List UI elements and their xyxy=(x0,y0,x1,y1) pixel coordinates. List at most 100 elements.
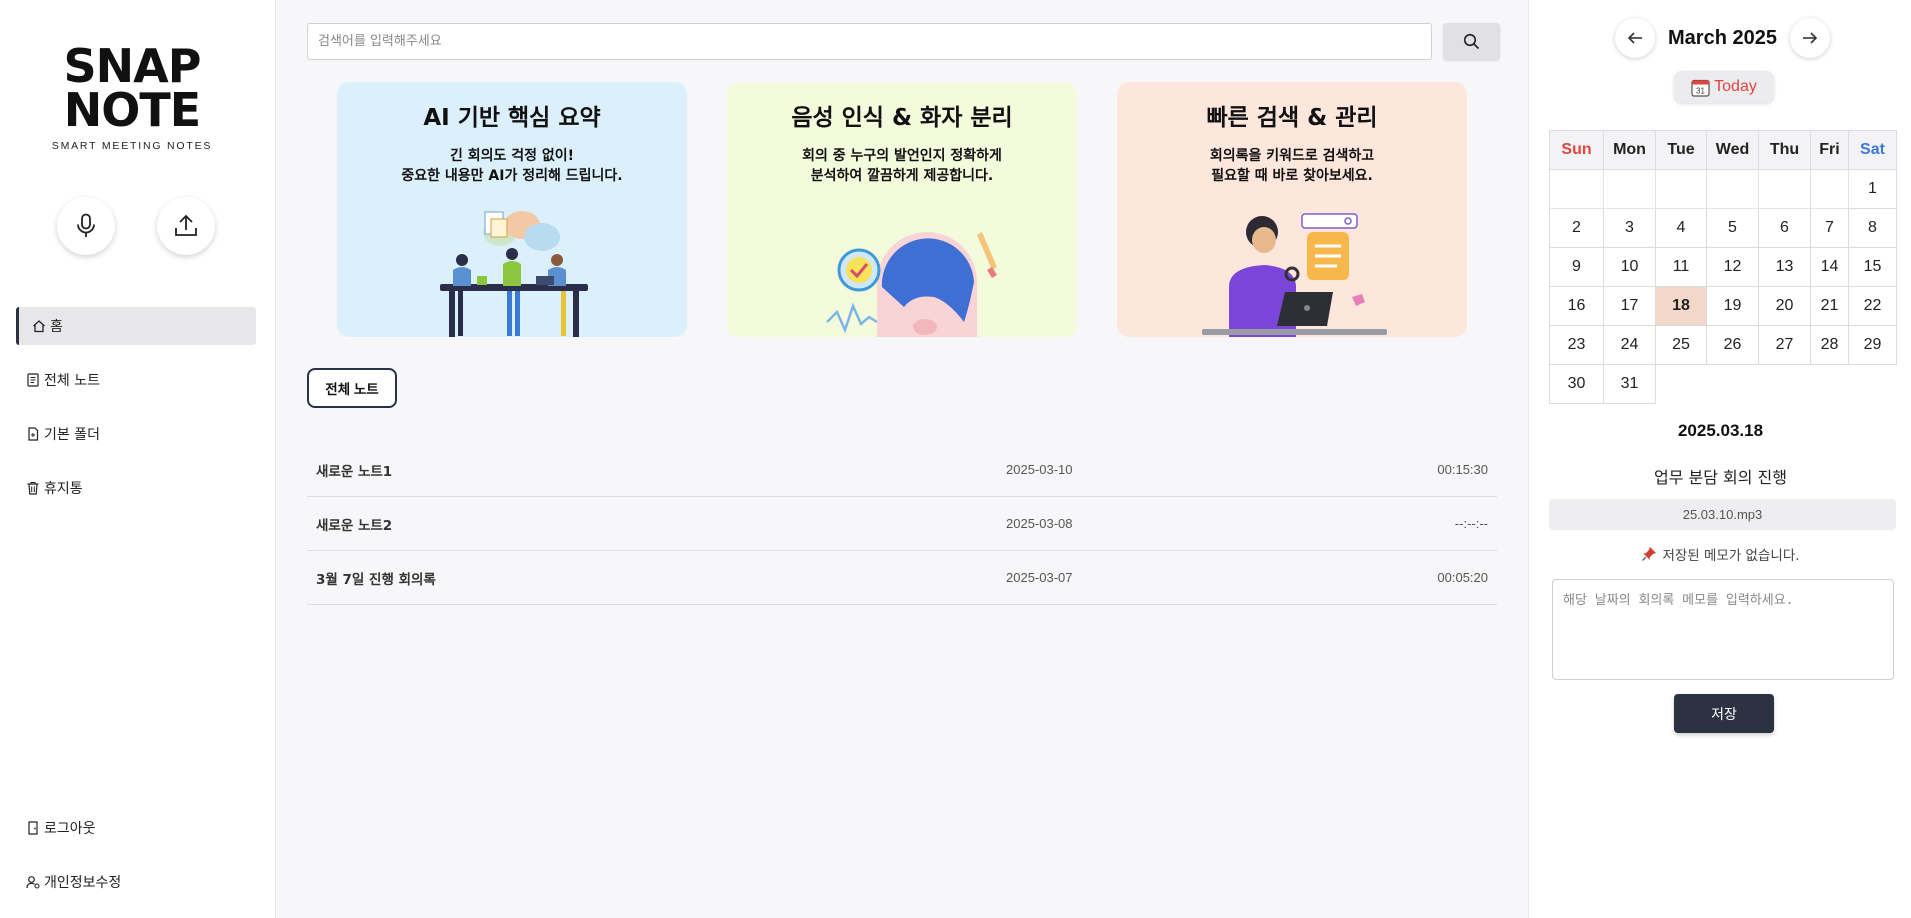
calendar-trailing-space xyxy=(1656,365,1897,404)
audio-file-link[interactable]: 25.03.10.mp3 xyxy=(1549,499,1896,530)
calendar-grid: Sun Mon Tue Wed Thu Fri Sat 1 2 3 4 5 6 … xyxy=(1549,130,1897,404)
pushpin-icon xyxy=(1642,547,1657,561)
home-icon xyxy=(32,319,46,333)
notes-icon xyxy=(26,373,40,387)
calendar-day[interactable]: 5 xyxy=(1706,208,1759,248)
logout-icon xyxy=(26,821,40,835)
calendar-day[interactable]: 12 xyxy=(1706,247,1759,287)
meeting-team-illustration xyxy=(440,211,588,337)
calendar-day[interactable]: 4 xyxy=(1655,208,1707,248)
memo-textarea[interactable] xyxy=(1552,579,1894,680)
calendar-day[interactable]: 9 xyxy=(1549,247,1604,287)
search-input[interactable] xyxy=(307,23,1432,60)
feature-card-quick-search: 빠른 검색 & 관리 회의록을 키워드로 검색하고 필요할 때 바로 찾아보세요… xyxy=(1117,82,1467,337)
calendar-day[interactable]: 8 xyxy=(1848,208,1897,248)
prev-month-button[interactable] xyxy=(1615,18,1655,58)
weekday-header: Mon xyxy=(1603,130,1656,170)
nav-label-default-folder: 기본 폴더 xyxy=(44,427,100,443)
weekday-header: Thu xyxy=(1758,130,1811,170)
nav-label-trash: 휴지통 xyxy=(44,481,83,497)
note-duration: 00:15:30 xyxy=(1437,462,1488,477)
trash-icon xyxy=(26,481,40,495)
feature-card-title: AI 기반 핵심 요약 xyxy=(423,105,601,131)
calendar-day[interactable]: 14 xyxy=(1810,247,1849,287)
nav-label-all-notes: 전체 노트 xyxy=(44,373,100,389)
nav-item-trash[interactable]: 휴지통 xyxy=(16,469,256,507)
search-button[interactable] xyxy=(1443,23,1500,60)
app-logo[interactable]: SNAP NOTE SMART MEETING NOTES xyxy=(46,39,218,152)
logo-line-1: SNAP xyxy=(63,39,202,93)
nav-item-default-folder[interactable]: 기본 폴더 xyxy=(16,415,256,453)
weekday-header: Tue xyxy=(1655,130,1707,170)
voice-recognition-illustration xyxy=(826,232,997,337)
calendar-day-selected[interactable]: 18 xyxy=(1655,286,1707,326)
nav-label-edit-profile: 개인정보수정 xyxy=(44,875,122,891)
calendar-day[interactable]: 23 xyxy=(1549,325,1604,365)
svg-text:31: 31 xyxy=(1696,86,1705,95)
calendar-day[interactable]: 3 xyxy=(1603,208,1656,248)
nav-item-home[interactable]: 홈 xyxy=(16,307,256,345)
sidebar: SNAP NOTE SMART MEETING NOTES 홈 전체 노트 기본… xyxy=(0,0,276,918)
selected-date: 2025.03.18 xyxy=(1677,421,1764,440)
calendar-day[interactable]: 7 xyxy=(1810,208,1849,248)
feature-card-desc: 회의 중 누구의 발언인지 정확하게 분석하여 깔끔하게 제공합니다. xyxy=(802,148,1002,184)
calendar-day[interactable]: 25 xyxy=(1655,325,1707,365)
calendar-day[interactable]: 31 xyxy=(1603,364,1656,404)
user-settings-icon xyxy=(26,875,40,889)
calendar-day[interactable]: 22 xyxy=(1848,286,1897,326)
calendar-day[interactable]: 21 xyxy=(1810,286,1849,326)
feature-card-desc: 긴 회의도 걱정 없이! 중요한 내용만 AI가 정리해 드립니다. xyxy=(401,148,623,184)
nav-item-edit-profile[interactable]: 개인정보수정 xyxy=(16,863,256,901)
feature-card-desc: 회의록을 키워드로 검색하고 필요할 때 바로 찾아보세요. xyxy=(1209,148,1375,184)
calendar-day[interactable]: 30 xyxy=(1549,364,1604,404)
calendar-day[interactable]: 17 xyxy=(1603,286,1656,326)
calendar-day[interactable]: 11 xyxy=(1655,247,1707,287)
calendar-panel: March 2025 31 Today Sun Mon Tue Wed Thu … xyxy=(1528,0,1911,918)
note-row[interactable]: 새로운 노트2 2025-03-08 --:--:-- xyxy=(307,497,1497,551)
nav-item-all-notes[interactable]: 전체 노트 xyxy=(16,361,256,399)
save-memo-button[interactable]: 저장 xyxy=(1674,694,1774,733)
note-row[interactable]: 새로운 노트1 2025-03-10 00:15:30 xyxy=(307,443,1497,497)
today-button[interactable]: 31 Today xyxy=(1674,71,1774,103)
weekday-header: Sun xyxy=(1549,130,1604,170)
nav-label-logout: 로그아웃 xyxy=(44,821,96,837)
note-row[interactable]: 3월 7일 진행 회의록 2025-03-07 00:05:20 xyxy=(307,551,1497,605)
calendar-empty-cell xyxy=(1810,169,1849,209)
note-title: 새로운 노트2 xyxy=(316,517,393,534)
calendar-day[interactable]: 2 xyxy=(1549,208,1604,248)
weekday-header: Wed xyxy=(1706,130,1759,170)
calendar-day[interactable]: 13 xyxy=(1758,247,1811,287)
upload-button[interactable] xyxy=(157,197,215,255)
feature-card-title: 음성 인식 & 화자 분리 xyxy=(791,105,1013,131)
note-date: 2025-03-08 xyxy=(1006,516,1073,531)
calendar-day[interactable]: 15 xyxy=(1848,247,1897,287)
calendar-day[interactable]: 19 xyxy=(1706,286,1759,326)
calendar-day[interactable]: 24 xyxy=(1603,325,1656,365)
feature-card-speaker-diarization: 음성 인식 & 화자 분리 회의 중 누구의 발언인지 정확하게 분석하여 깔끔… xyxy=(727,82,1077,337)
month-title: March 2025 xyxy=(1668,26,1777,49)
feature-cards: AI 기반 핵심 요약 긴 회의도 걱정 없이! 중요한 내용만 AI가 정리해… xyxy=(337,82,1507,337)
note-duration: 00:05:20 xyxy=(1437,570,1488,585)
calendar-day[interactable]: 28 xyxy=(1810,325,1849,365)
record-button[interactable] xyxy=(57,197,115,255)
calendar-day[interactable]: 6 xyxy=(1758,208,1811,248)
microphone-icon xyxy=(77,213,95,237)
folder-icon xyxy=(26,427,40,441)
account-nav: 로그아웃 개인정보수정 xyxy=(16,809,256,917)
calendar-day[interactable]: 26 xyxy=(1706,325,1759,365)
calendar-empty-cell xyxy=(1655,169,1707,209)
note-title: 새로운 노트1 xyxy=(316,463,393,480)
next-month-button[interactable] xyxy=(1790,18,1830,58)
calendar-day[interactable]: 27 xyxy=(1758,325,1811,365)
note-list: 새로운 노트1 2025-03-10 00:15:30 새로운 노트2 2025… xyxy=(307,443,1497,605)
arrow-left-icon xyxy=(1627,32,1642,44)
search-icon xyxy=(1463,33,1480,50)
upload-icon xyxy=(175,214,197,236)
tab-all-notes[interactable]: 전체 노트 xyxy=(307,368,397,408)
calendar-day[interactable]: 16 xyxy=(1549,286,1604,326)
nav-item-logout[interactable]: 로그아웃 xyxy=(16,809,256,847)
calendar-day[interactable]: 20 xyxy=(1758,286,1811,326)
calendar-day[interactable]: 29 xyxy=(1848,325,1897,365)
calendar-day[interactable]: 1 xyxy=(1848,169,1897,209)
calendar-day[interactable]: 10 xyxy=(1603,247,1656,287)
